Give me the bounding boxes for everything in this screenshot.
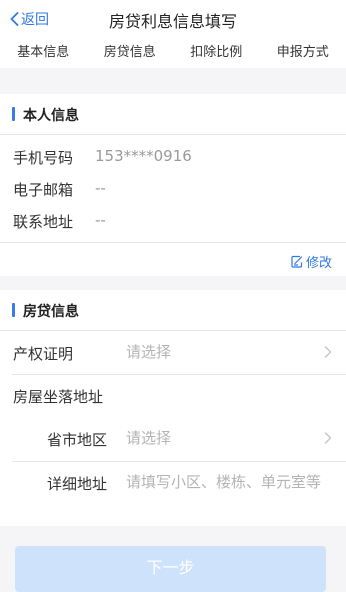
edit-icon	[291, 255, 303, 268]
divider	[12, 461, 346, 462]
chevron-right-icon	[324, 346, 332, 358]
address-value: --	[95, 211, 106, 229]
edit-label: 修改	[305, 256, 332, 271]
personal-info-header: 本人信息	[0, 94, 346, 134]
loan-info-header: 房贷信息	[0, 290, 346, 330]
house-address-heading: 房屋坐落地址	[13, 388, 104, 406]
section-title: 本人信息	[23, 108, 79, 124]
region-row[interactable]: 省市地区 请选择	[0, 418, 346, 461]
edit-button[interactable]: 修改	[291, 252, 332, 271]
detail-address-label: 详细地址	[47, 475, 108, 493]
email-label: 电子邮箱	[13, 181, 74, 199]
personal-info-card: 本人信息 手机号码 153****0916 电子邮箱 -- 联系地址 --	[0, 94, 346, 243]
property-cert-placeholder: 请选择	[126, 343, 172, 361]
detail-address-input[interactable]: 请填写小区、楼栋、单元室等	[126, 471, 322, 493]
divider	[12, 374, 346, 375]
property-cert-row[interactable]: 产权证明 请选择	[0, 331, 346, 374]
step-tabs: 基本信息 房贷信息 扣除比例 申报方式	[0, 38, 346, 68]
section-accent-bar	[12, 107, 15, 121]
tab-basic-info[interactable]: 基本信息	[0, 38, 87, 68]
section-title: 房贷信息	[23, 304, 79, 320]
loan-info-card: 房贷信息 产权证明 请选择 房屋坐落地址 省市地区 请选择 详细地址 请填写小区…	[0, 290, 346, 526]
phone-value: 153****0916	[95, 147, 192, 165]
email-value: --	[95, 179, 106, 197]
tab-declare-method[interactable]: 申报方式	[260, 38, 346, 68]
region-label: 省市地区	[47, 431, 108, 449]
edit-bar: 修改	[0, 243, 346, 276]
section-accent-bar	[12, 303, 15, 317]
page-title: 房贷利息信息填写	[108, 12, 237, 31]
region-placeholder: 请选择	[126, 429, 172, 447]
tab-loan-info[interactable]: 房贷信息	[87, 38, 174, 68]
tab-deduction-ratio[interactable]: 扣除比例	[173, 38, 260, 68]
nav-bar: 返回 房贷利息信息填写	[0, 0, 346, 38]
divider	[0, 134, 346, 135]
phone-label: 手机号码	[13, 149, 74, 167]
next-button[interactable]: 下一步	[15, 546, 326, 592]
address-label: 联系地址	[13, 213, 74, 231]
property-cert-label: 产权证明	[13, 345, 74, 363]
chevron-right-icon	[324, 432, 332, 444]
